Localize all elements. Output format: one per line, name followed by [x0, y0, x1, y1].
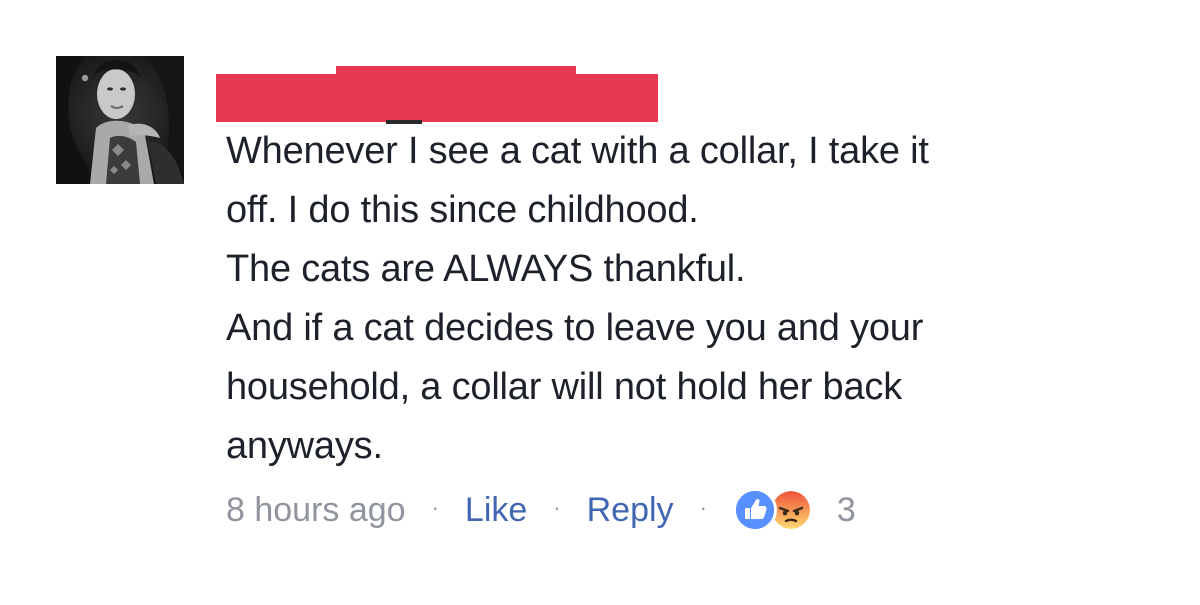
like-button[interactable]: Like [465, 491, 527, 530]
comment-body: Whenever I see a cat with a collar, I ta… [226, 122, 1106, 476]
comment-actions: 8 hours ago · Like · Reply · 3 [226, 486, 856, 534]
profile-photo-icon [56, 56, 184, 184]
comment-line: And if a cat decides to leave you and yo… [226, 307, 924, 349]
comment-card: Whenever I see a cat with a collar, I ta… [0, 38, 1200, 540]
reply-button[interactable]: Reply [587, 491, 674, 530]
like-icon [732, 488, 777, 532]
avatar[interactable] [56, 56, 184, 184]
redaction-bar [216, 66, 658, 124]
separator-dot: · [431, 495, 439, 520]
reaction-count: 3 [836, 490, 856, 529]
comment-line: Whenever I see a cat with a collar, I ta… [226, 130, 929, 172]
comment-line: anyways. [226, 425, 383, 467]
comment-timestamp[interactable]: 8 hours ago [226, 491, 406, 530]
comment-line: off. I do this since childhood. [226, 189, 699, 231]
separator-dot: · [553, 495, 561, 520]
comment-line: The cats are ALWAYS thankful. [226, 248, 746, 290]
comment-line: household, a collar will not hold her ba… [226, 366, 903, 408]
reactions-summary[interactable]: 3 [732, 488, 856, 532]
separator-dot: · [699, 495, 707, 520]
